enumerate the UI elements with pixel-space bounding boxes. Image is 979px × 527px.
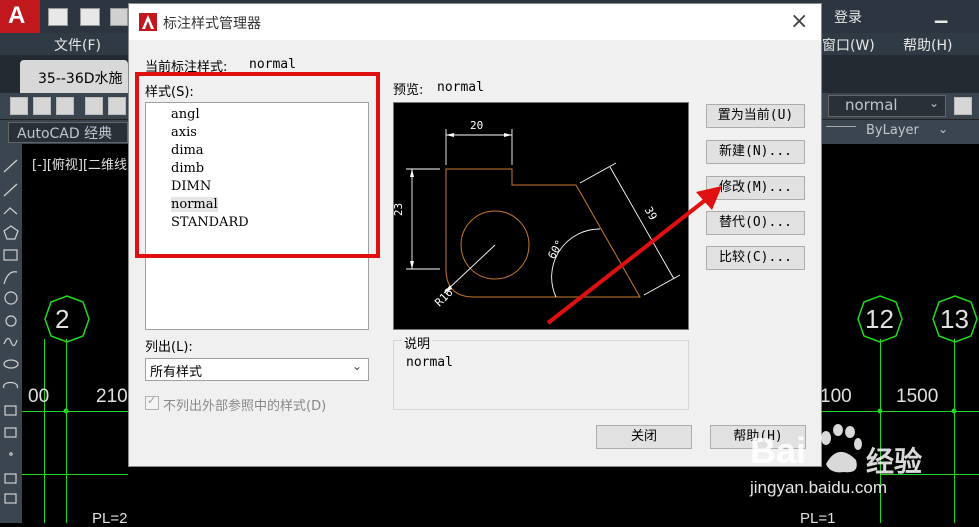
watermark-brand: Bai	[750, 430, 807, 471]
baidu-watermark: Bai 经验 jingyan.baidu.com	[750, 418, 979, 523]
paw-icon	[821, 424, 862, 473]
watermark-url: jingyan.baidu.com	[750, 478, 888, 497]
watermark-brand-cn: 经验	[866, 445, 923, 478]
